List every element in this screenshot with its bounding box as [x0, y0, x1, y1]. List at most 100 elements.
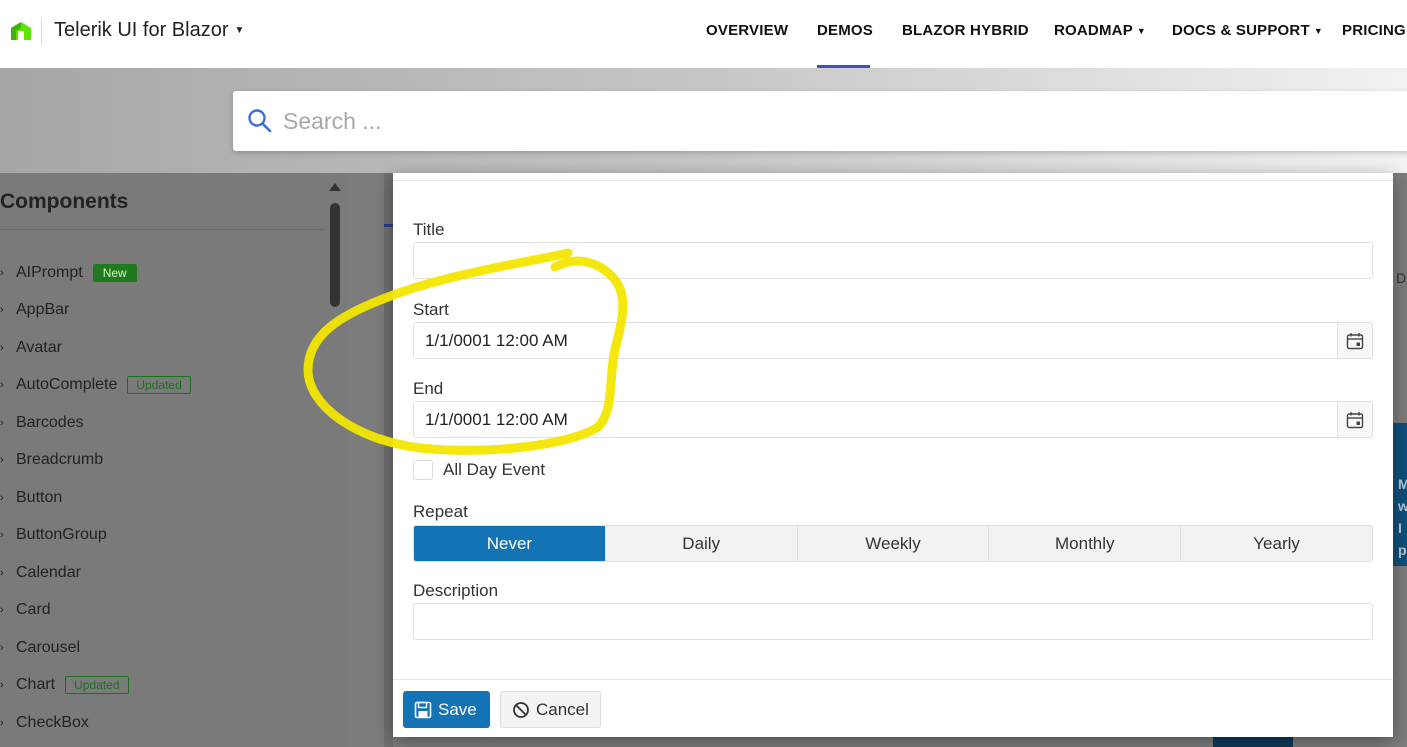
brand-title: Telerik UI for Blazor [54, 19, 229, 41]
sidebar-item-label: CheckBox [16, 714, 89, 731]
chevron-right-icon: › [0, 379, 4, 391]
nav-label: OVERVIEW [706, 22, 789, 39]
sidebar-item-aiprompt[interactable]: › AIPrompt New [0, 262, 137, 284]
caret-down-icon: ▼ [234, 25, 245, 36]
cancel-button[interactable]: Cancel [500, 691, 601, 728]
end-calendar-button[interactable] [1337, 402, 1372, 437]
edge-letter: I [1398, 520, 1402, 536]
chevron-right-icon: › [0, 492, 4, 504]
repeat-label: Repeat [413, 502, 468, 521]
nav-pricing[interactable]: PRICING [1342, 22, 1406, 39]
sidebar-item-label: Carousel [16, 639, 81, 656]
sidebar-item-label: Card [16, 601, 51, 618]
chevron-right-icon: › [0, 454, 4, 466]
telerik-logo-icon[interactable] [9, 18, 33, 42]
chevron-right-icon: › [0, 604, 4, 616]
nav-label: BLAZOR HYBRID [902, 22, 1029, 39]
nav-blazor-hybrid[interactable]: BLAZOR HYBRID [902, 22, 1029, 39]
calendar-icon [1346, 332, 1364, 349]
appointment-edit-dialog: Title Start 1/1/0001 12:00 AM End 1/1/00… [393, 173, 1393, 737]
chevron-right-icon: › [0, 267, 4, 279]
sidebar-item-checkbox[interactable]: › CheckBox [0, 712, 89, 734]
save-icon [414, 701, 432, 718]
dialog-footer: Save Cancel [393, 679, 1393, 737]
chevron-right-icon: › [0, 642, 4, 654]
sidebar-item-buttongroup[interactable]: › ButtonGroup [0, 524, 107, 546]
start-datetime-value[interactable]: 1/1/0001 12:00 AM [425, 331, 568, 351]
chevron-right-icon: › [0, 717, 4, 729]
chevron-right-icon: › [0, 417, 4, 429]
divider [0, 229, 325, 230]
sidebar-item-label: Barcodes [16, 414, 84, 431]
chevron-right-icon: › [0, 567, 4, 579]
sidebar-item-label: ButtonGroup [16, 526, 107, 543]
title-input[interactable] [413, 242, 1373, 279]
active-nav-indicator [817, 65, 870, 68]
sidebar-title: Components [0, 190, 129, 213]
cancel-icon [513, 701, 529, 718]
nav-label: ROADMAP [1054, 22, 1133, 39]
edge-letter: w [1398, 498, 1407, 514]
sidebar-item-label: Chart [16, 676, 56, 693]
search-input[interactable]: Search ... [283, 108, 381, 135]
sidebar-item-breadcrumb[interactable]: › Breadcrumb [0, 449, 103, 471]
end-datetime-picker[interactable]: 1/1/0001 12:00 AM [413, 401, 1373, 438]
repeat-monthly-button[interactable]: Monthly [989, 526, 1182, 561]
sidebar-item-chart[interactable]: › Chart Updated [0, 674, 129, 696]
chevron-right-icon: › [0, 342, 4, 354]
sidebar-item-autocomplete[interactable]: › AutoComplete Updated [0, 374, 191, 396]
save-button[interactable]: Save [403, 691, 490, 728]
edge-text: D [1396, 270, 1407, 286]
new-badge: New [92, 264, 137, 282]
updated-badge: Updated [127, 376, 191, 394]
edge-panel [1213, 737, 1293, 747]
edge-letter: p [1398, 542, 1407, 558]
end-datetime-value[interactable]: 1/1/0001 12:00 AM [425, 410, 568, 430]
description-label: Description [413, 581, 499, 600]
chevron-right-icon: › [0, 679, 4, 691]
edge-letter: M [1398, 476, 1407, 492]
sidebar-item-carousel[interactable]: › Carousel [0, 637, 80, 659]
repeat-never-button[interactable]: Never [414, 526, 606, 561]
logo-divider [41, 18, 42, 44]
repeat-weekly-button[interactable]: Weekly [797, 526, 990, 561]
updated-badge: Updated [65, 676, 129, 694]
calendar-icon [1346, 411, 1364, 428]
start-calendar-button[interactable] [1337, 323, 1372, 358]
start-datetime-picker[interactable]: 1/1/0001 12:00 AM [413, 322, 1373, 359]
repeat-yearly-button[interactable]: Yearly [1181, 526, 1372, 561]
nav-docs-support[interactable]: DOCS & SUPPORT ▼ [1172, 22, 1323, 39]
nav-label: DEMOS [817, 22, 874, 39]
start-label: Start [413, 300, 449, 319]
sidebar-item-button[interactable]: › Button [0, 487, 62, 509]
demo-pane-column [384, 173, 393, 747]
search-icon [248, 109, 272, 133]
scroll-up-arrow-icon[interactable] [329, 183, 341, 191]
search-box[interactable]: Search ... [233, 91, 1407, 151]
sidebar-item-barcodes[interactable]: › Barcodes [0, 412, 84, 434]
chevron-right-icon: › [0, 529, 4, 541]
nav-label: PRICING [1342, 22, 1406, 39]
sidebar-item-label: Calendar [16, 564, 81, 581]
sidebar-item-card[interactable]: › Card [0, 599, 51, 621]
sidebar-item-appbar[interactable]: › AppBar [0, 299, 69, 321]
brand-menu[interactable]: Telerik UI for Blazor ▼ [54, 19, 244, 42]
repeat-daily-button[interactable]: Daily [605, 526, 798, 561]
sidebar-item-label: Button [16, 489, 63, 506]
nav-roadmap[interactable]: ROADMAP ▼ [1054, 22, 1146, 39]
end-label: End [413, 379, 444, 398]
nav-demos[interactable]: DEMOS [817, 22, 873, 39]
all-day-label[interactable]: All Day Event [443, 460, 545, 480]
top-navbar: Telerik UI for Blazor ▼ OVERVIEW DEMOS B… [0, 0, 1407, 68]
nav-overview[interactable]: OVERVIEW [706, 22, 788, 39]
sidebar-scrollbar-thumb[interactable] [330, 203, 340, 307]
description-input[interactable] [413, 603, 1373, 640]
save-label: Save [438, 699, 477, 719]
sidebar-item-calendar[interactable]: › Calendar [0, 562, 81, 584]
repeat-button-group: Never Daily Weekly Monthly Yearly [413, 525, 1373, 562]
divider [393, 180, 1393, 181]
sidebar-item-label: Breadcrumb [16, 451, 104, 468]
sidebar-item-avatar[interactable]: › Avatar [0, 337, 62, 359]
caret-down-icon: ▼ [1136, 25, 1147, 36]
all-day-checkbox[interactable] [413, 460, 433, 480]
